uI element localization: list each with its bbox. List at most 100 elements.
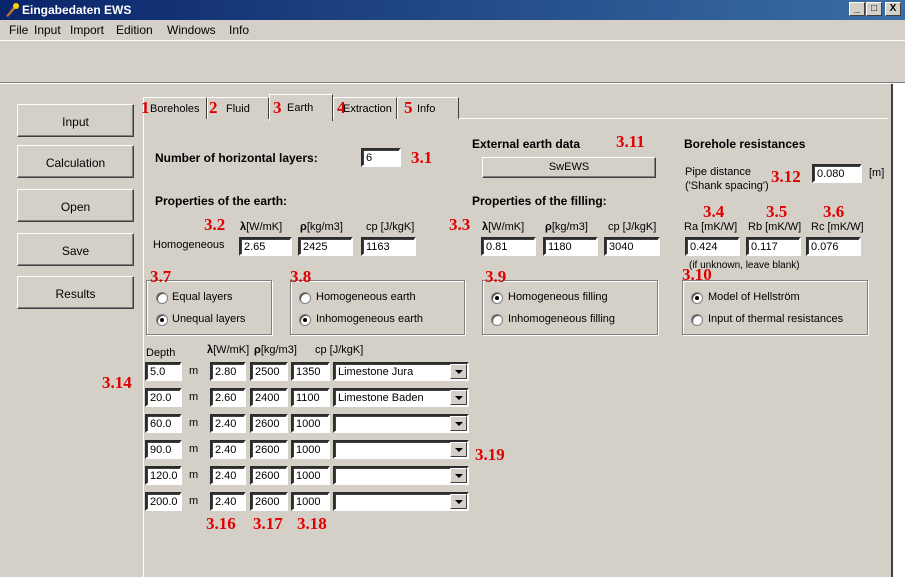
depth-unit: m [189,495,199,507]
layer-rho-input[interactable]: 2500 [250,362,288,381]
chevron-down-icon[interactable] [450,468,467,483]
app-icon [6,3,19,17]
depth-input[interactable]: 120.0 [145,466,182,485]
layer-lambda-input[interactable]: 2.40 [210,414,246,433]
ra-input[interactable]: 0.424 [685,237,740,256]
layer-cp-input[interactable]: 1000 [291,414,330,433]
unequal-layers-radio[interactable] [156,314,168,326]
filling-rho-input[interactable]: 1180 [543,237,598,256]
menu-import[interactable]: Import [70,23,104,37]
layer-cp-input[interactable]: 1350 [291,362,330,381]
menu-input[interactable]: Input [34,23,61,37]
rb-input[interactable]: 0.117 [746,237,801,256]
earth-cp-input[interactable]: 1163 [361,237,416,256]
layer-cp-input[interactable]: 1000 [291,440,330,459]
layer-material-select[interactable] [333,492,469,511]
layer-material-value: Limestone Jura [338,366,414,378]
layer-lambda-input[interactable]: 2.60 [210,388,246,407]
layer-material-select[interactable]: Limestone Baden [333,388,469,407]
chevron-down-icon[interactable] [450,364,467,379]
equal-layers-radio[interactable] [156,292,168,304]
layer-lambda-input[interactable]: 2.40 [210,440,246,459]
depth-unit: m [189,443,199,455]
num-3-6: 3.6 [823,202,845,221]
layer-lambda-input[interactable]: 2.80 [210,362,246,381]
menu-info[interactable]: Info [229,23,249,37]
depth-input[interactable]: 90.0 [145,440,182,459]
maximize-button[interactable]: □ [866,2,882,16]
results-button-label: Results [55,287,96,301]
table-lambda-header: λ[W/mK] [207,344,249,356]
layer-rho-input[interactable]: 2600 [250,492,288,511]
homogeneous-earth-radio[interactable] [299,292,311,304]
earth-rho-symbol: ρ [300,221,307,233]
num-3-16: 3.16 [206,514,236,533]
earth-lambda-input[interactable]: 2.65 [239,237,292,256]
minimize-button[interactable]: _ [849,2,865,16]
calculation-button[interactable]: Calculation [17,145,134,178]
layer-material-select[interactable] [333,414,469,433]
open-button-label: Open [60,200,91,214]
inhomogeneous-earth-radio[interactable] [299,314,311,326]
depth-input[interactable]: 60.0 [145,414,182,433]
depth-input[interactable]: 5.0 [145,362,182,381]
layer-cp-input[interactable]: 1100 [291,388,330,407]
tab-extraction[interactable]: 4 Extraction [333,97,397,119]
menu-windows[interactable]: Windows [167,23,216,37]
open-button[interactable]: Open [17,189,134,222]
layer-rho-input[interactable]: 2600 [250,466,288,485]
layers-input[interactable]: 6 [361,148,401,167]
layer-lambda-input[interactable]: 2.40 [210,492,246,511]
pipe-distance-label: Pipe distance [685,166,752,178]
filling-cp-input[interactable]: 3040 [604,237,660,256]
input-button[interactable]: Input [17,104,134,137]
inhomogeneous-filling-radio[interactable] [491,314,503,326]
earth-rho-input[interactable]: 2425 [298,237,353,256]
rc-input[interactable]: 0.076 [806,237,861,256]
layer-material-select[interactable] [333,466,469,485]
filling-rho-header: ρ[kg/m3] [545,221,588,233]
layer-rho-input[interactable]: 2600 [250,440,288,459]
layer-rho-input[interactable]: 2600 [250,414,288,433]
layer-rho-input[interactable]: 2400 [250,388,288,407]
swews-button[interactable]: SwEWS [482,157,656,178]
thermal-resistances-radio[interactable] [691,314,703,326]
depth-input[interactable]: 20.0 [145,388,182,407]
num-3-14: 3.14 [102,373,132,392]
menu-file[interactable]: File [9,23,28,37]
close-button[interactable]: X [885,2,901,16]
tab-info-num: 5 [404,98,413,117]
tab-earth[interactable]: 3 Earth [269,94,333,121]
layer-material-select[interactable]: Limestone Jura [333,362,469,381]
menu-bar: File Input Import Edition Windows Info [0,20,905,40]
tab-extraction-label: Extraction [343,103,392,115]
table-rho-header: ρ[kg/m3] [254,344,297,356]
depth-input[interactable]: 200.0 [145,492,182,511]
layer-material-select[interactable] [333,440,469,459]
num-3-12: 3.12 [771,167,801,186]
chevron-down-icon[interactable] [450,494,467,509]
results-button[interactable]: Results [17,276,134,309]
tab-fluid[interactable]: 2 Fluid [207,97,269,119]
homogeneous-filling-radio[interactable] [491,292,503,304]
chevron-down-icon[interactable] [450,442,467,457]
menu-edition[interactable]: Edition [116,23,153,37]
tab-info[interactable]: 5 Info [397,97,459,119]
num-3-9: 3.9 [485,267,507,286]
filling-rho-symbol: ρ [545,221,552,233]
layer-cp-input[interactable]: 1000 [291,492,330,511]
earth-mode-group [290,280,465,335]
filling-lambda-input[interactable]: 0.81 [481,237,536,256]
tab-boreholes[interactable]: 1 Boreholes [141,97,207,119]
chevron-down-icon[interactable] [450,416,467,431]
tab-boreholes-label: Boreholes [150,103,200,115]
layer-cp-input[interactable]: 1000 [291,466,330,485]
save-button[interactable]: Save [17,233,134,266]
num-3-2: 3.2 [204,215,226,234]
num-3-5: 3.5 [766,202,788,221]
layer-lambda-input[interactable]: 2.40 [210,466,246,485]
hellstrom-model-radio[interactable] [691,292,703,304]
chevron-down-icon[interactable] [450,390,467,405]
right-edge [891,84,905,577]
pipe-distance-input[interactable]: 0.080 [812,164,862,183]
